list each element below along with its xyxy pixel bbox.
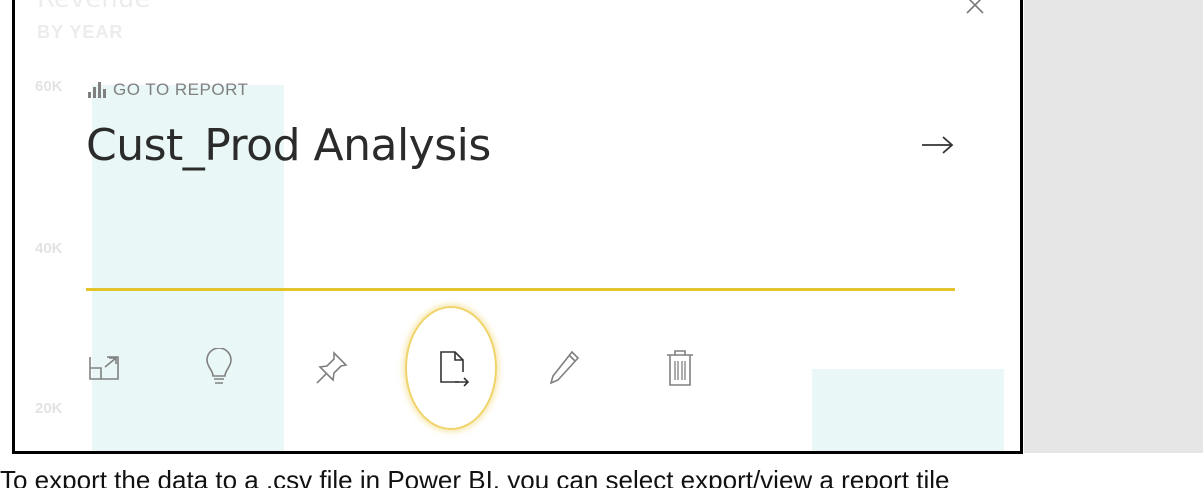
accent-divider (86, 288, 955, 291)
go-to-report-label: GO TO REPORT (113, 80, 249, 99)
close-icon[interactable] (960, 0, 990, 20)
chart-bar (812, 369, 1004, 453)
bar-chart-icon (88, 82, 106, 98)
pin-button[interactable] (312, 346, 352, 390)
go-to-report-link[interactable]: GO TO REPORT (87, 80, 248, 100)
report-title[interactable]: Cust_Prod Analysis (86, 120, 491, 171)
export-data-button[interactable] (434, 346, 474, 390)
focus-mode-icon (89, 356, 119, 380)
arrow-right-icon[interactable] (918, 130, 958, 160)
pencil-icon (549, 350, 580, 385)
delete-button[interactable] (660, 346, 700, 390)
edit-button[interactable] (544, 346, 584, 390)
export-data-icon (440, 351, 470, 387)
caption-text: To export the data to a .csv file in Pow… (0, 465, 950, 488)
axis-tick: 20K (35, 400, 63, 417)
trash-icon (667, 350, 693, 386)
background-tile: Revenue BY YEAR 60K 40K 20K (15, 0, 1023, 453)
lightbulb-icon (206, 348, 232, 384)
tile-title: Revenue (37, 0, 150, 14)
tile-subtitle: BY YEAR (37, 22, 124, 42)
focus-mode-button[interactable] (84, 346, 124, 390)
axis-tick: 60K (35, 78, 63, 95)
screenshot-frame: Revenue BY YEAR 60K 40K 20K GO TO REPORT… (0, 0, 1203, 454)
right-pane (1024, 0, 1203, 453)
insights-button[interactable] (199, 346, 239, 390)
axis-tick: 40K (35, 240, 63, 257)
pin-icon (316, 351, 348, 384)
